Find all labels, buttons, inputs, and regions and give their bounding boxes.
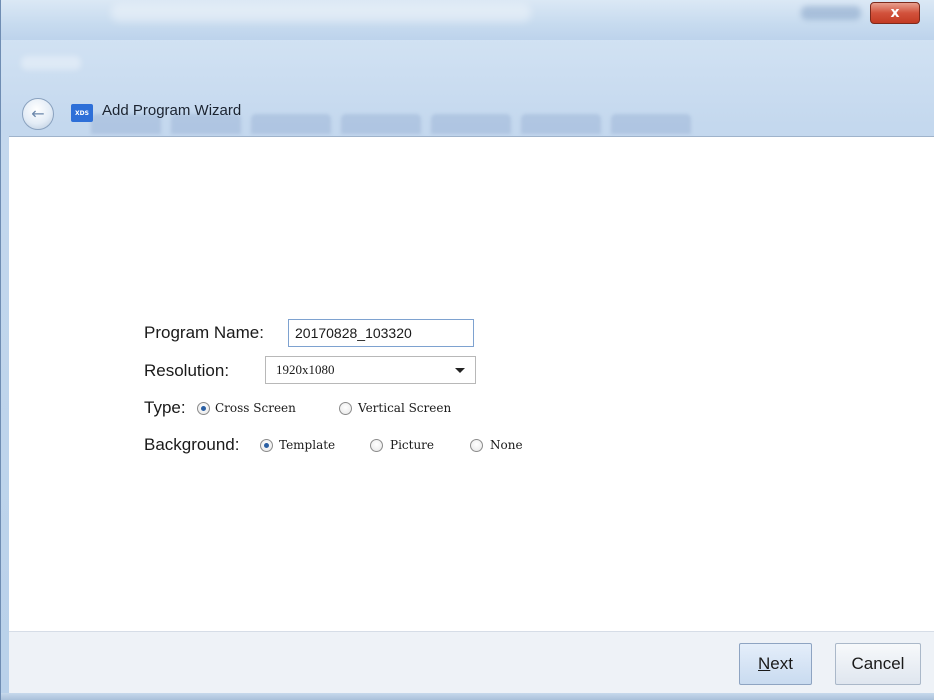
- app-logo-text: XDS: [75, 109, 89, 117]
- type-label: Type:: [144, 398, 186, 417]
- blurred-title-text: [111, 4, 531, 22]
- background-template-label[interactable]: Template: [279, 438, 335, 452]
- back-arrow-icon: ←: [31, 103, 45, 123]
- close-button[interactable]: x: [870, 2, 920, 24]
- background-template-radio[interactable]: [260, 439, 273, 452]
- type-vertical-screen-radio[interactable]: [339, 402, 352, 415]
- wizard-title: Add Program Wizard: [102, 102, 242, 119]
- title-bar: x: [1, 0, 934, 40]
- wizard-footer: Next Cancel: [9, 631, 934, 693]
- wizard-content: Program Name: 20170828_103320 Resolution…: [9, 136, 934, 631]
- background-none-radio[interactable]: [470, 439, 483, 452]
- next-mnemonic: N: [758, 654, 771, 673]
- background-none-label[interactable]: None: [490, 438, 523, 452]
- program-name-label: Program Name:: [144, 323, 264, 342]
- next-label: ext: [770, 654, 793, 673]
- next-button[interactable]: Next: [739, 643, 812, 685]
- background-label: Background:: [144, 435, 240, 454]
- back-button[interactable]: ←: [22, 98, 54, 130]
- resolution-label: Resolution:: [144, 361, 230, 380]
- program-name-input[interactable]: 20170828_103320: [288, 319, 474, 347]
- type-cross-screen-radio[interactable]: [197, 402, 210, 415]
- type-cross-screen-label[interactable]: Cross Screen: [215, 401, 296, 415]
- chevron-down-icon: [455, 367, 465, 373]
- resolution-select[interactable]: 1920x1080: [265, 356, 476, 384]
- window-bottom-border: [1, 693, 934, 700]
- background-picture-label[interactable]: Picture: [390, 438, 434, 452]
- resolution-value: 1920x1080: [276, 362, 335, 377]
- background-picture-radio[interactable]: [370, 439, 383, 452]
- cancel-button[interactable]: Cancel: [835, 643, 921, 685]
- type-vertical-screen-label[interactable]: Vertical Screen: [358, 401, 451, 415]
- wizard-header: ← XDS Add Program Wizard: [1, 84, 934, 136]
- close-icon: x: [890, 5, 900, 21]
- wizard-window: x ← XDS Add Program Wizard Program Name:…: [0, 0, 934, 700]
- app-logo-icon: XDS: [71, 104, 93, 122]
- blurred-window-controls: [801, 6, 861, 20]
- blurred-menu-label: [21, 56, 81, 70]
